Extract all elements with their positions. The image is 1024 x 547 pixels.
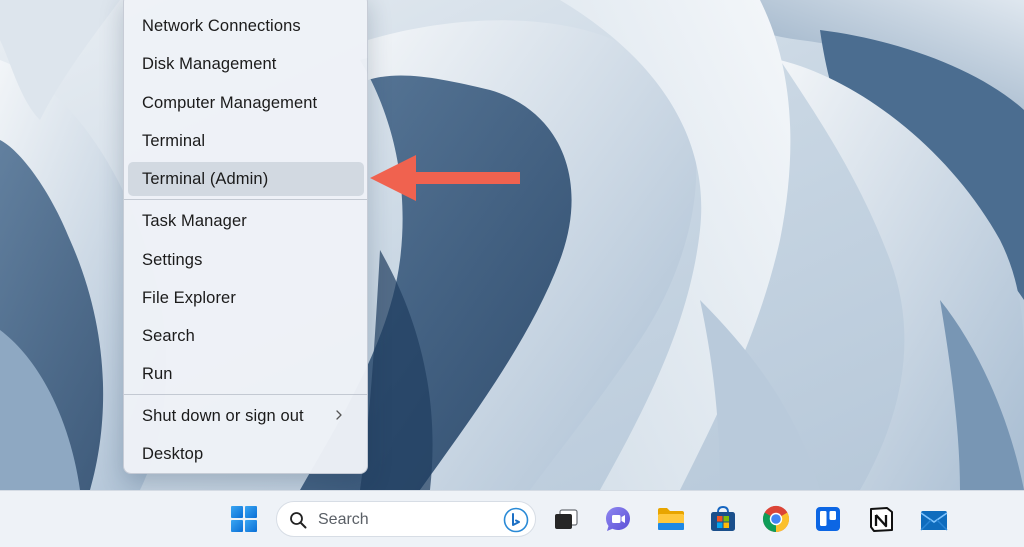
chrome-icon [762, 505, 790, 533]
annotation-arrow-icon [370, 155, 520, 201]
mail-icon [920, 511, 948, 531]
menu-separator [124, 199, 367, 200]
menu-item-terminal-admin[interactable]: Terminal (Admin) [128, 162, 364, 196]
file-explorer-button[interactable] [653, 501, 689, 537]
folder-icon [658, 508, 684, 530]
menu-item-disk-management[interactable]: Disk Management [128, 47, 364, 81]
chat-icon [606, 507, 630, 531]
task-view-button[interactable] [548, 501, 584, 537]
microsoft-store-button[interactable] [705, 501, 741, 537]
store-icon [711, 505, 735, 531]
start-button[interactable] [226, 501, 262, 537]
menu-item-computer-management[interactable]: Computer Management [128, 86, 364, 120]
trello-button[interactable] [810, 501, 846, 537]
menu-item-run[interactable]: Run [128, 357, 364, 391]
menu-item-shut-down-label: Shut down or sign out [142, 406, 304, 425]
chrome-button[interactable] [758, 501, 794, 537]
notion-icon [870, 507, 893, 532]
menu-item-search[interactable]: Search [128, 319, 364, 353]
menu-item-settings[interactable]: Settings [128, 243, 364, 277]
trello-icon [816, 507, 840, 531]
chevron-right-icon [336, 410, 342, 420]
task-view-icon [555, 509, 578, 529]
mail-button[interactable] [916, 501, 952, 537]
search-icon [290, 512, 307, 529]
chat-button[interactable] [600, 501, 636, 537]
menu-item-desktop[interactable]: Desktop [128, 437, 364, 471]
menu-item-terminal[interactable]: Terminal [128, 124, 364, 158]
notion-button[interactable] [863, 501, 899, 537]
context-menu: Network Connections Disk Management Comp… [123, 0, 368, 474]
menu-item-shut-down[interactable]: Shut down or sign out [128, 399, 364, 433]
bing-icon[interactable] [503, 507, 529, 533]
taskbar: Search [0, 490, 1024, 547]
taskbar-search-box[interactable]: Search [276, 501, 536, 537]
menu-item-file-explorer[interactable]: File Explorer [128, 281, 364, 315]
search-placeholder: Search [318, 511, 369, 528]
menu-item-task-manager[interactable]: Task Manager [128, 204, 364, 238]
menu-separator [124, 394, 367, 395]
menu-item-network-connections[interactable]: Network Connections [128, 9, 364, 43]
windows-logo-icon [231, 506, 257, 532]
